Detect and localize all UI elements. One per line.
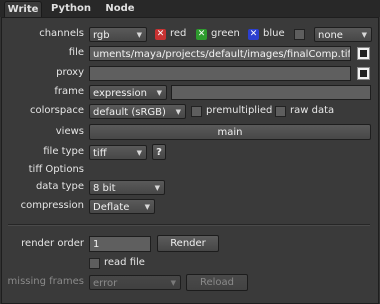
raw-data-label: raw data [290,105,335,116]
frame-label: frame [54,86,84,97]
views-value: main [217,127,243,138]
channels-dropdown[interactable]: rgb ▼ [89,27,147,42]
frame-expression-input[interactable] [171,85,371,100]
channels-value: rgb [93,30,110,41]
chevron-down-icon: ▼ [156,89,162,97]
compression-value: Deflate [93,202,130,213]
chevron-down-icon: ▼ [144,203,150,211]
colorspace-value: default (sRGB) [93,107,166,118]
frame-mode-value: expression [93,88,147,99]
chevron-down-icon: ▼ [170,279,176,287]
chevron-down-icon: ▼ [361,31,367,39]
chevron-down-icon: ▼ [136,31,142,39]
render-button[interactable]: Render [157,235,219,252]
red-channel-label: red [170,28,187,39]
render-order-label: render order [21,238,84,249]
premultiplied-label: premultiplied [206,105,273,116]
frame-mode-dropdown[interactable]: expression ▼ [89,85,167,100]
blue-channel-label: blue [263,28,285,39]
colorspace-label: colorspace [30,105,84,116]
premultiplied-checkbox[interactable] [191,106,202,117]
tab-python[interactable]: Python [48,1,94,17]
blue-channel-checkbox-icon[interactable]: ✕ [248,29,259,40]
file-type-value: tiff [93,148,107,159]
file-type-help-button[interactable]: ? [152,144,166,160]
tab-node[interactable]: Node [100,1,140,17]
data-type-label: data type [35,181,84,192]
read-file-checkbox[interactable] [89,258,100,269]
missing-frames-dropdown[interactable]: error ▼ [89,275,181,290]
chevron-down-icon: ▼ [175,108,181,116]
file-label: file [68,47,84,58]
green-channel-checkbox-icon[interactable]: ✕ [196,29,207,40]
colorspace-dropdown[interactable]: default (sRGB) ▼ [89,104,186,119]
folder-browse-icon[interactable] [357,47,370,60]
views-dropdown[interactable]: main [89,124,371,140]
tab-write[interactable]: Write [4,1,42,18]
proxy-path-input[interactable] [89,66,351,81]
channels-label: channels [39,28,84,39]
data-type-value: 8 bit [93,183,116,194]
data-type-dropdown[interactable]: 8 bit ▼ [89,180,165,195]
render-order-input[interactable]: 1 [89,236,151,252]
alpha-channel-value: none [318,30,343,41]
alpha-channel-checkbox[interactable] [294,29,305,40]
folder-browse-icon[interactable] [357,67,370,80]
missing-frames-label: missing frames [7,276,84,287]
chevron-down-icon: ▼ [136,149,142,157]
section-divider [8,224,370,226]
reload-button[interactable]: Reload [186,274,248,291]
red-channel-checkbox-icon[interactable]: ✕ [155,29,166,40]
file-type-dropdown[interactable]: tiff ▼ [89,145,147,160]
read-file-label: read file [104,257,145,268]
views-label: views [55,126,84,137]
chevron-down-icon: ▼ [154,184,160,192]
tab-bar: Write Python Node [0,0,380,18]
alpha-channel-dropdown[interactable]: none ▼ [314,27,372,42]
compression-dropdown[interactable]: Deflate ▼ [89,199,155,214]
raw-data-checkbox[interactable] [275,106,286,117]
compression-label: compression [20,200,84,211]
missing-frames-value: error [93,278,118,289]
tiff-options-heading: tiff Options [28,164,84,175]
proxy-label: proxy [56,67,84,78]
file-type-label: file type [43,146,84,157]
file-path-input[interactable]: uments/maya/projects/default/images/fina… [89,46,351,61]
green-channel-label: green [211,28,240,39]
